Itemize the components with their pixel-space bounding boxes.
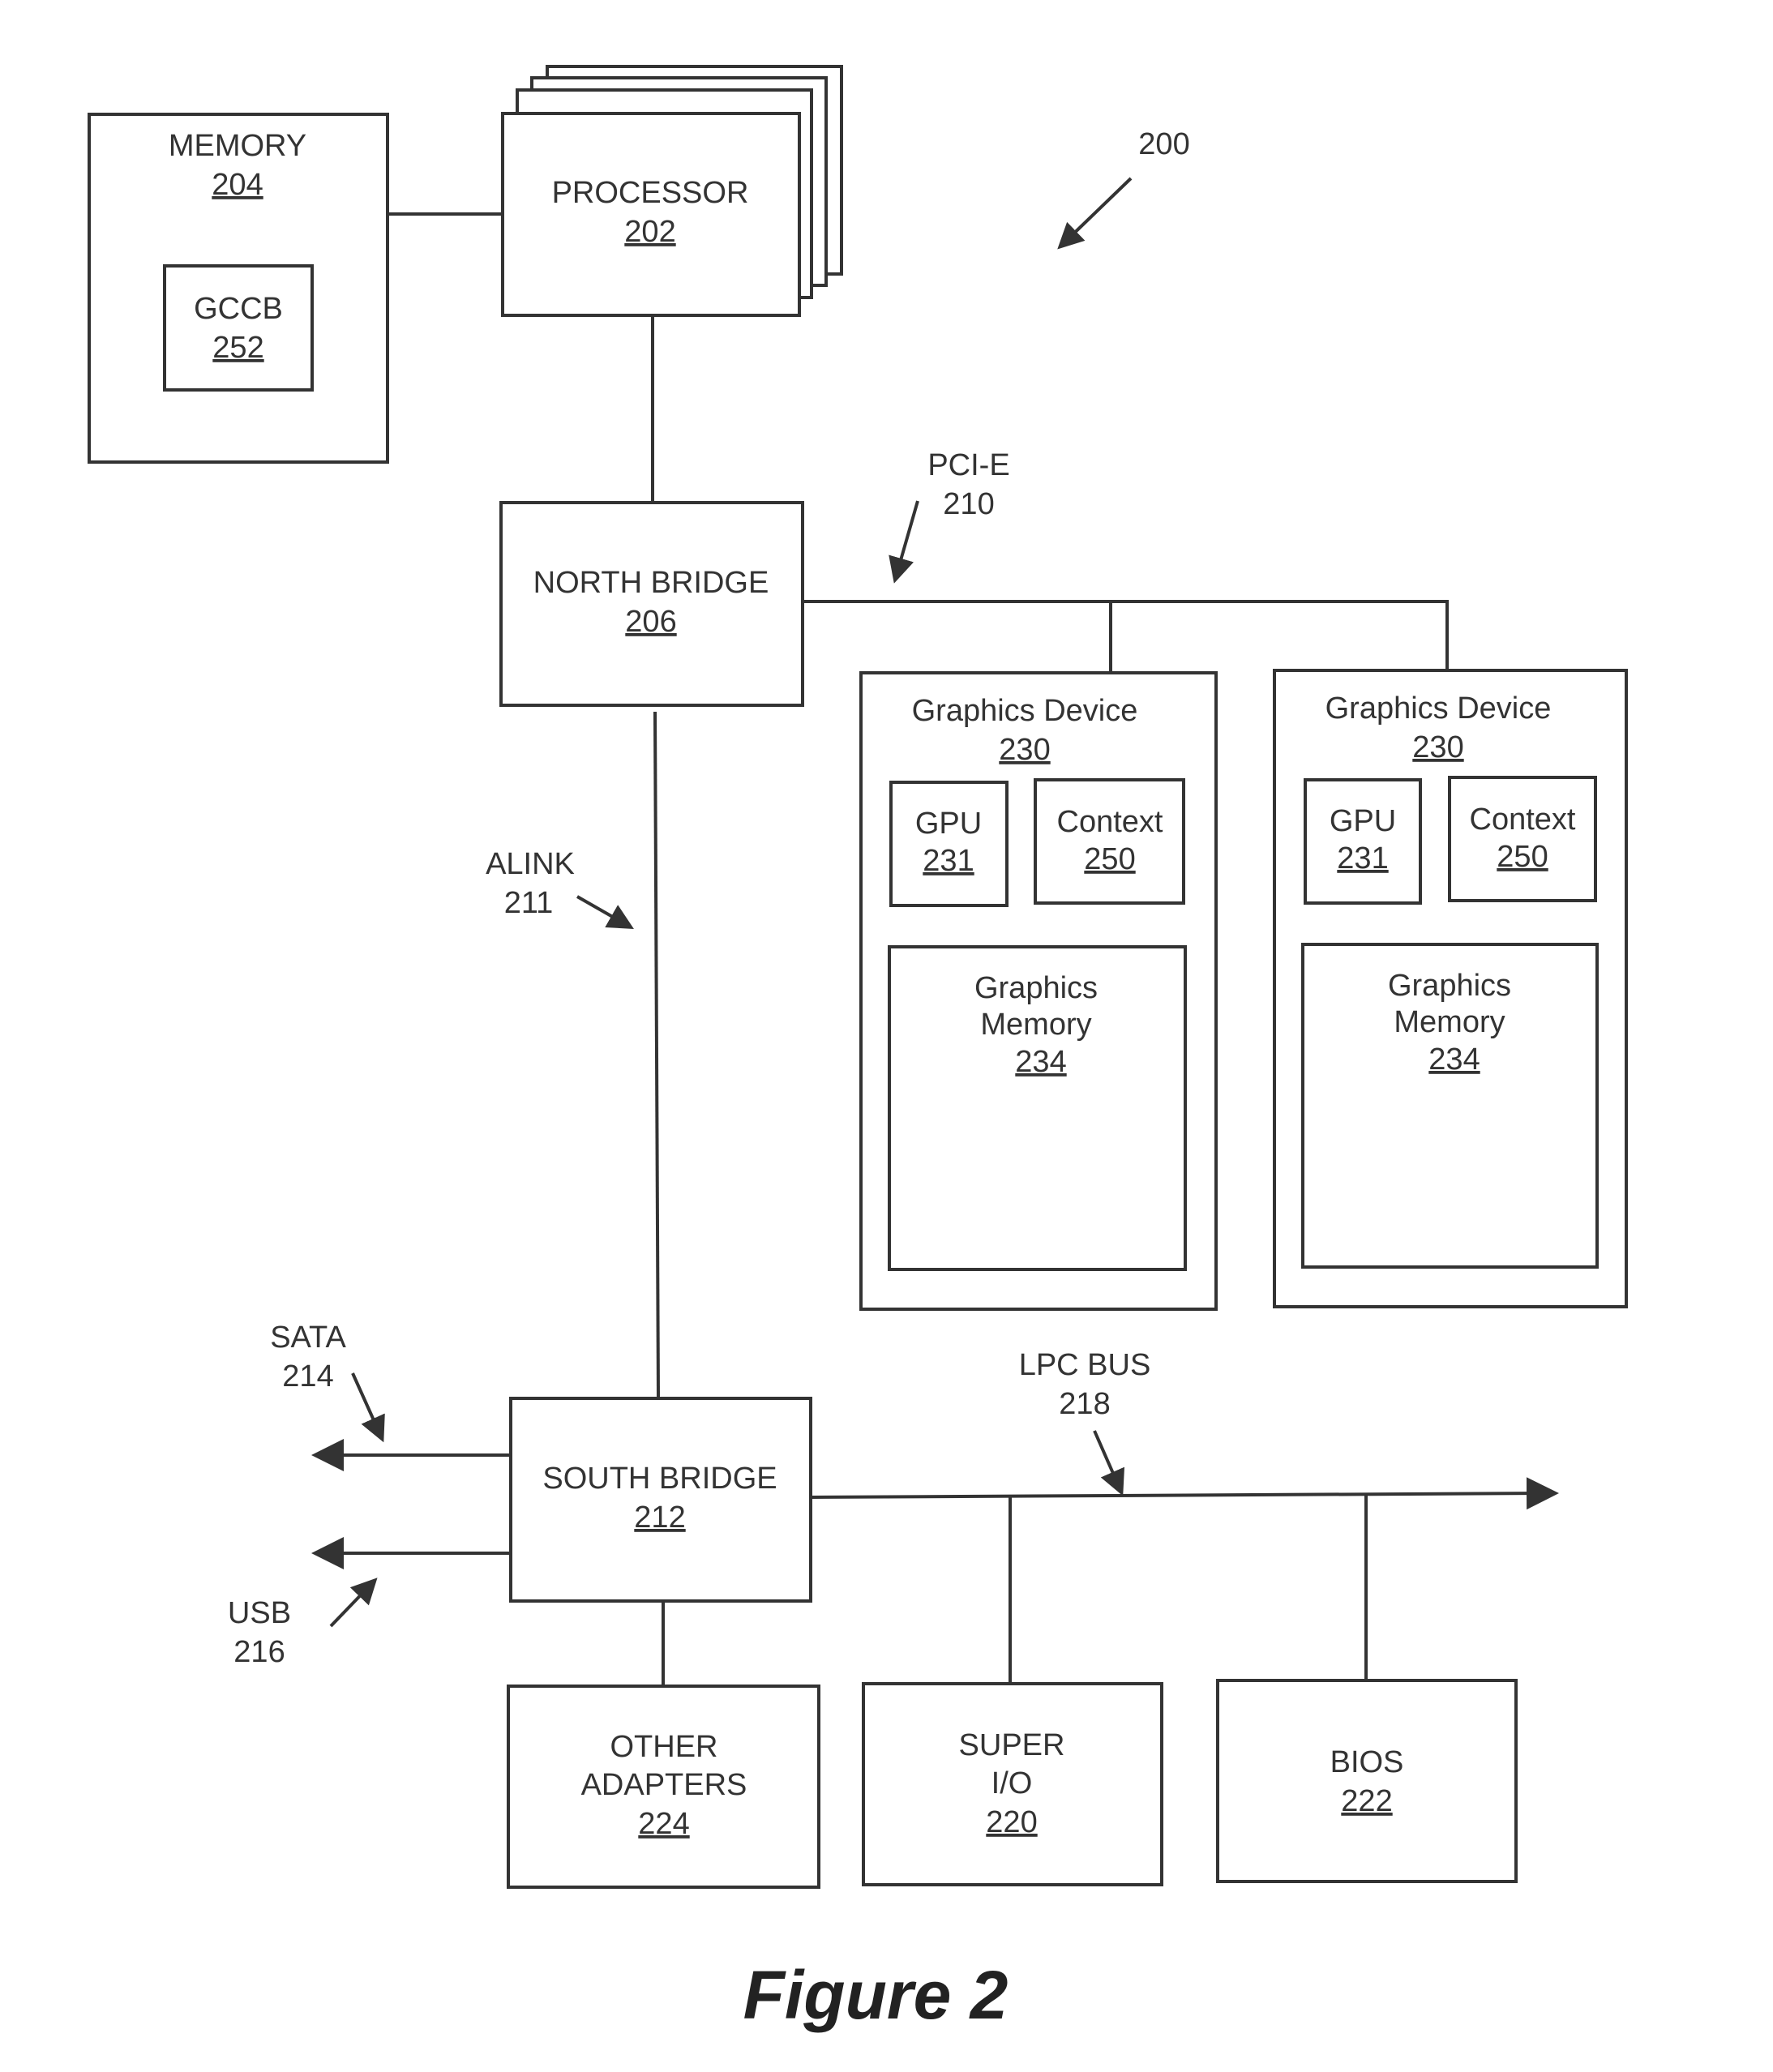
pcie-pointer-arrow (889, 500, 919, 584)
context-1-box (1034, 778, 1185, 905)
super-io-number: 220 (986, 1805, 1037, 1839)
gccb-number: 252 (212, 331, 263, 365)
graphics-device-2-number: 230 (1412, 730, 1463, 764)
north-bridge-number: 206 (625, 605, 676, 639)
context-1-number: 250 (1084, 842, 1135, 876)
usb-label: USB (228, 1596, 291, 1630)
gpu-2-number: 231 (1337, 841, 1388, 875)
super-io-label-1: SUPER (959, 1728, 1065, 1762)
figure-caption: Figure 2 (743, 1957, 1009, 2033)
sata-number: 214 (282, 1359, 333, 1393)
alink-label: ALINK (486, 847, 575, 881)
usb-pointer-arrow (329, 1578, 378, 1628)
alink-bus-line (653, 711, 660, 1399)
bios-box (1216, 1679, 1518, 1883)
memory-label: MEMORY (169, 129, 306, 163)
pcie-number: 210 (943, 487, 994, 521)
sata-pointer-arrow (351, 1372, 385, 1443)
graphics-device-1-label: Graphics Device (912, 694, 1138, 728)
gpu-2-label: GPU (1330, 804, 1396, 838)
context-2-label: Context (1470, 803, 1576, 837)
alink-pointer-arrow (576, 895, 634, 929)
graphics-memory-2-label-2: Memory (1394, 1005, 1505, 1039)
processor-label: PROCESSOR (552, 176, 749, 210)
context-2-box (1448, 776, 1597, 902)
south-bridge-label: SOUTH BRIDGE (542, 1462, 777, 1496)
gpu-1-number: 231 (923, 844, 974, 878)
north-bridge-label: NORTH BRIDGE (533, 566, 769, 600)
other-adapters-number: 224 (638, 1807, 689, 1841)
block-diagram: MEMORY 204 GCCB 252 PROCESSOR 202 200 NO… (88, 65, 1628, 2033)
other-adapters-label-2: ADAPTERS (581, 1768, 747, 1802)
graphics-device-2-label: Graphics Device (1325, 691, 1552, 726)
figure-reference-number: 200 (1138, 127, 1189, 161)
south-bridge-box (509, 1397, 812, 1603)
gccb-label: GCCB (194, 292, 283, 326)
gpu-1-label: GPU (915, 807, 982, 841)
graphics-memory-1-label-2: Memory (980, 1008, 1091, 1042)
lpc-bus-label: LPC BUS (1019, 1348, 1151, 1382)
memory-number: 204 (212, 168, 263, 202)
pcie-bus-line (803, 600, 1449, 670)
usb-number: 216 (233, 1635, 285, 1669)
graphics-memory-1-number: 234 (1015, 1045, 1066, 1079)
processor-number: 202 (624, 215, 675, 249)
south-bridge-number: 212 (634, 1500, 685, 1535)
lpc-bus-number: 218 (1059, 1387, 1110, 1421)
graphics-memory-2-number: 234 (1428, 1042, 1480, 1077)
graphics-memory-2-label-1: Graphics (1388, 969, 1511, 1003)
gccb-box (163, 264, 314, 392)
figure-reference-arrow (1057, 177, 1133, 250)
super-io-label-2: I/O (991, 1766, 1033, 1800)
north-bridge-box (499, 501, 804, 707)
context-1-label: Context (1057, 805, 1163, 839)
context-2-number: 250 (1497, 840, 1548, 874)
other-adapters-label-1: OTHER (610, 1730, 718, 1764)
lpc-pointer-arrow (1093, 1430, 1125, 1496)
sata-label: SATA (270, 1321, 346, 1355)
pcie-label: PCI-E (927, 448, 1009, 482)
bios-label: BIOS (1330, 1745, 1404, 1779)
lpc-bus-line (810, 1477, 1559, 1510)
alink-number: 211 (504, 886, 554, 920)
graphics-device-1-number: 230 (999, 733, 1050, 767)
graphics-memory-1-label-1: Graphics (974, 971, 1098, 1005)
bios-number: 222 (1341, 1784, 1392, 1818)
